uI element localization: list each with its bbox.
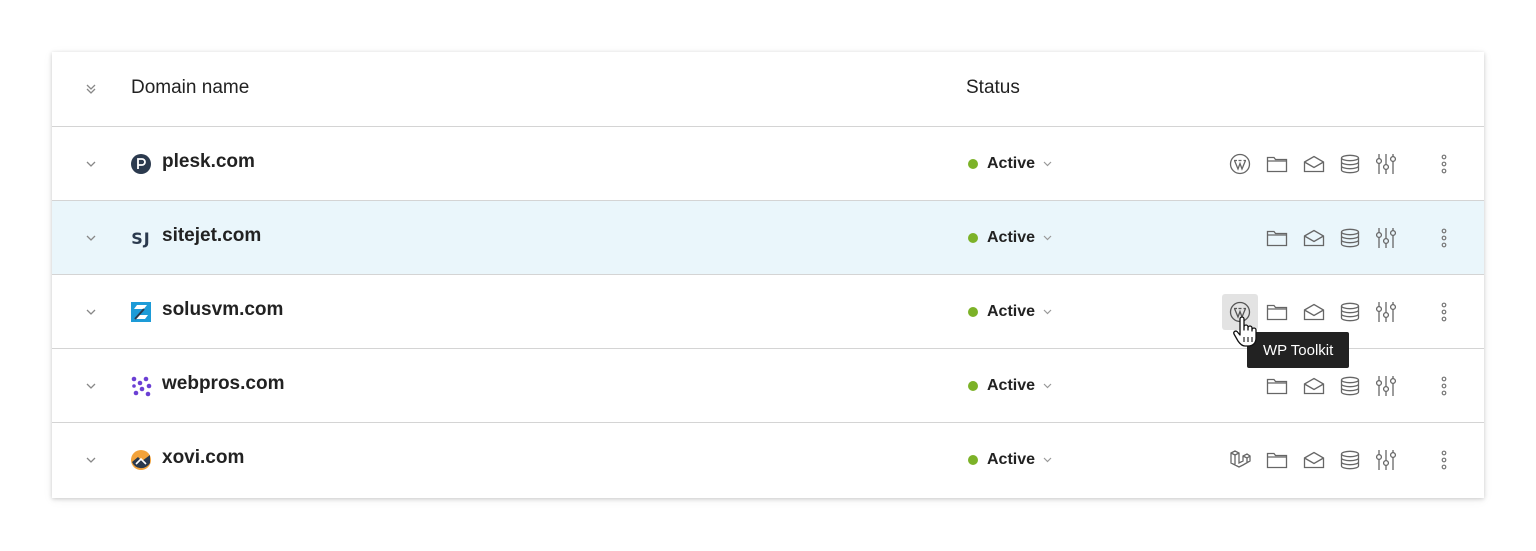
more-options-icon[interactable] bbox=[1434, 153, 1454, 175]
domain-link[interactable]: solusvm.com bbox=[162, 299, 283, 321]
chevron-down-icon[interactable] bbox=[82, 377, 100, 395]
domain-link[interactable]: plesk.com bbox=[162, 151, 255, 173]
folder-icon[interactable] bbox=[1262, 445, 1292, 475]
database-icon[interactable] bbox=[1335, 149, 1365, 179]
mail-icon[interactable] bbox=[1299, 297, 1329, 327]
status-dropdown[interactable]: Active bbox=[968, 227, 1052, 249]
domain-link[interactable]: xovi.com bbox=[162, 447, 244, 469]
status-dropdown[interactable]: Active bbox=[968, 375, 1052, 397]
status-label: Active bbox=[987, 155, 1036, 172]
expand-all-icon[interactable] bbox=[82, 80, 100, 98]
more-options-icon[interactable] bbox=[1434, 227, 1454, 249]
domain-link[interactable]: webpros.com bbox=[162, 373, 284, 395]
status-label: Active bbox=[987, 377, 1036, 394]
chevron-down-icon bbox=[1043, 457, 1052, 463]
xovi-logo-icon bbox=[130, 449, 152, 471]
mail-icon[interactable] bbox=[1299, 149, 1329, 179]
settings-sliders-icon[interactable] bbox=[1371, 149, 1401, 179]
status-label: Active bbox=[987, 451, 1036, 468]
mail-icon[interactable] bbox=[1299, 371, 1329, 401]
chevron-down-icon[interactable] bbox=[82, 451, 100, 469]
database-icon[interactable] bbox=[1335, 371, 1365, 401]
folder-icon[interactable] bbox=[1262, 371, 1292, 401]
chevron-down-icon bbox=[1043, 161, 1052, 167]
table-row[interactable]: plesk.com Active bbox=[52, 126, 1484, 200]
column-header-domain[interactable]: Domain name bbox=[131, 77, 249, 99]
solusvm-logo-icon bbox=[130, 301, 152, 323]
chevron-down-icon bbox=[1043, 235, 1052, 241]
settings-sliders-icon[interactable] bbox=[1371, 371, 1401, 401]
mail-icon[interactable] bbox=[1299, 445, 1329, 475]
database-icon[interactable] bbox=[1335, 223, 1365, 253]
status-dot bbox=[968, 159, 978, 169]
mail-icon[interactable] bbox=[1299, 223, 1329, 253]
status-dropdown[interactable]: Active bbox=[968, 153, 1052, 175]
status-dot bbox=[968, 381, 978, 391]
more-options-icon[interactable] bbox=[1434, 301, 1454, 323]
more-options-icon[interactable] bbox=[1434, 375, 1454, 397]
database-icon[interactable] bbox=[1335, 297, 1365, 327]
status-dot bbox=[968, 307, 978, 317]
status-dropdown[interactable]: Active bbox=[968, 449, 1052, 471]
chevron-down-icon bbox=[1043, 383, 1052, 389]
sitejet-logo-text: SJ bbox=[131, 228, 151, 248]
laravel-icon[interactable] bbox=[1225, 445, 1255, 475]
table-header: Domain name Status bbox=[52, 52, 1484, 126]
sitejet-logo-icon: SJ bbox=[130, 227, 152, 249]
column-header-status[interactable]: Status bbox=[966, 77, 1020, 99]
table-row[interactable]: SJ sitejet.com Active bbox=[52, 200, 1484, 274]
domain-link[interactable]: sitejet.com bbox=[162, 225, 261, 247]
settings-sliders-icon[interactable] bbox=[1371, 297, 1401, 327]
chevron-down-icon[interactable] bbox=[82, 303, 100, 321]
settings-sliders-icon[interactable] bbox=[1371, 445, 1401, 475]
table-row[interactable]: xovi.com Active bbox=[52, 422, 1484, 496]
more-options-icon[interactable] bbox=[1434, 449, 1454, 471]
tooltip: WP Toolkit bbox=[1247, 332, 1350, 368]
settings-sliders-icon[interactable] bbox=[1371, 223, 1401, 253]
plesk-logo-icon bbox=[130, 153, 152, 175]
chevron-down-icon bbox=[1043, 309, 1052, 315]
folder-icon[interactable] bbox=[1262, 297, 1292, 327]
status-label: Active bbox=[987, 303, 1036, 320]
chevron-down-icon[interactable] bbox=[82, 155, 100, 173]
folder-icon[interactable] bbox=[1262, 223, 1292, 253]
domains-table: Domain name Status plesk.com Active SJ s… bbox=[52, 52, 1484, 498]
folder-icon[interactable] bbox=[1262, 149, 1292, 179]
status-dot bbox=[968, 233, 978, 243]
status-label: Active bbox=[987, 229, 1036, 246]
status-dropdown[interactable]: Active bbox=[968, 301, 1052, 323]
wordpress-icon[interactable] bbox=[1225, 149, 1255, 179]
status-dot bbox=[968, 455, 978, 465]
webpros-logo-icon bbox=[130, 375, 152, 397]
chevron-down-icon[interactable] bbox=[82, 229, 100, 247]
hand-pointer-icon bbox=[1232, 316, 1260, 348]
database-icon[interactable] bbox=[1335, 445, 1365, 475]
